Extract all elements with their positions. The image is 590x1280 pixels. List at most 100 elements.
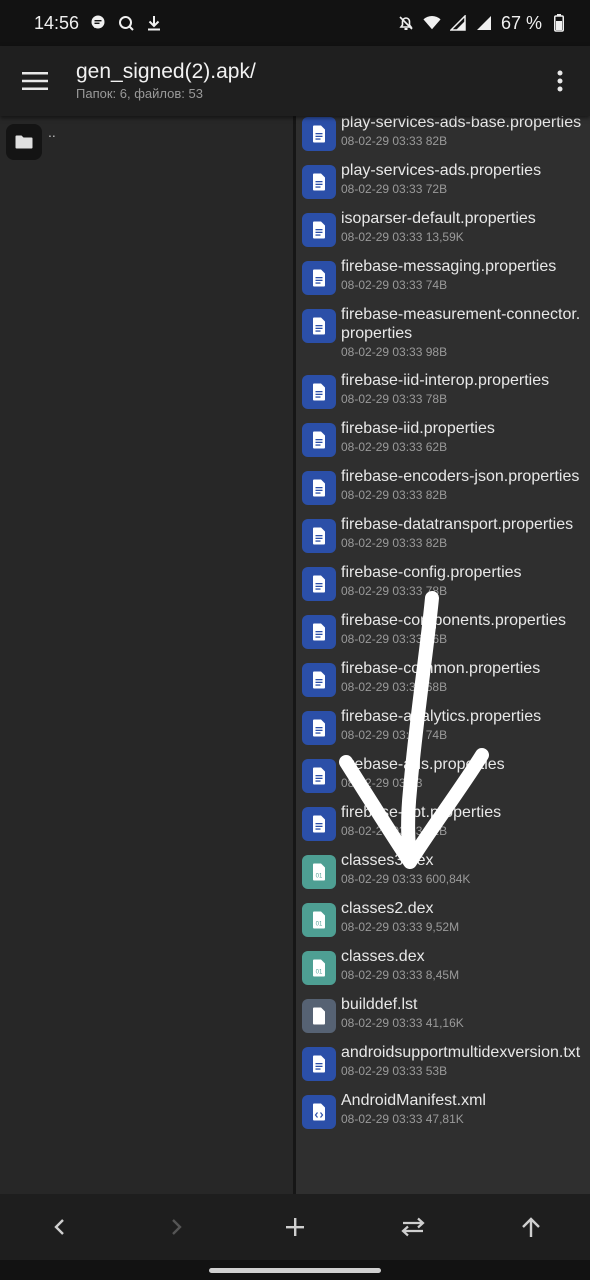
file-list-item[interactable]: builddef.lst 08-02-29 03:33 41,16K bbox=[296, 989, 590, 1037]
file-icon[interactable] bbox=[302, 999, 336, 1033]
svg-text:01: 01 bbox=[316, 922, 323, 928]
file-list-item[interactable]: firebase-common.properties 08-02-29 03:33… bbox=[296, 653, 590, 701]
file-list-item[interactable]: firebase-iid-interop.properties 08-02-29 … bbox=[296, 365, 590, 413]
file-name: firebase-ads.properties bbox=[341, 756, 505, 773]
file-list-item[interactable]: isoparser-default.properties 08-02-29 03:… bbox=[296, 203, 590, 251]
file-list-item[interactable]: androidsupportmultidexversion.txt 08-02-2… bbox=[296, 1037, 590, 1085]
file-list-item[interactable]: firebase-components.properties 08-02-29 0… bbox=[296, 605, 590, 653]
dex-file-icon[interactable]: 01 bbox=[302, 855, 336, 889]
file-name: play-services-ads-base.properties bbox=[341, 116, 582, 131]
file-text: androidsupportmultidexversion.txt 08-02-2… bbox=[341, 1043, 586, 1080]
file-meta: 08-02-29 03:33 62B bbox=[341, 824, 448, 838]
file-text: firebase-components.properties 08-02-29 0… bbox=[341, 611, 586, 648]
document-icon[interactable] bbox=[302, 423, 336, 457]
file-list-item[interactable]: 01 classes3.dex 08-02-29 03:33 600,84K bbox=[296, 845, 590, 893]
file-meta: 08-02-29 03:33 78B bbox=[341, 584, 448, 598]
file-text: firebase-ads.properties 08-02-29 03:33 bbox=[341, 755, 586, 792]
file-meta: 08-02-29 03:33 98B bbox=[341, 345, 448, 359]
document-icon[interactable] bbox=[302, 663, 336, 697]
dex-file-icon[interactable]: 01 bbox=[302, 951, 336, 985]
file-list-item[interactable]: firebase-abt.properties 08-02-29 03:33 62… bbox=[296, 797, 590, 845]
file-name: firebase-measurement-connector.propertie… bbox=[341, 306, 581, 342]
file-list-item[interactable]: firebase-messaging.properties 08-02-29 03… bbox=[296, 251, 590, 299]
swap-panes-icon[interactable] bbox=[383, 1197, 443, 1257]
search-app-icon bbox=[117, 14, 135, 32]
document-icon[interactable] bbox=[302, 309, 336, 343]
file-list-item[interactable]: play-services-ads-base.properties 08-02-2… bbox=[296, 116, 590, 155]
file-meta: 08-02-29 03:33 82B bbox=[341, 536, 448, 550]
file-name: firebase-iid-interop.properties bbox=[341, 372, 550, 389]
file-list-item[interactable]: play-services-ads.properties 08-02-29 03:… bbox=[296, 155, 590, 203]
file-name: isoparser-default.properties bbox=[341, 210, 536, 227]
hamburger-menu-icon[interactable] bbox=[0, 46, 70, 116]
file-meta: 08-02-29 03:33 68B bbox=[341, 680, 448, 694]
document-icon[interactable] bbox=[302, 759, 336, 793]
more-vertical-icon[interactable] bbox=[530, 46, 590, 116]
status-bar: 14:56 67 % bbox=[0, 0, 590, 46]
document-icon[interactable] bbox=[302, 519, 336, 553]
document-icon[interactable] bbox=[302, 711, 336, 745]
file-text: isoparser-default.properties 08-02-29 03:… bbox=[341, 209, 586, 246]
file-name: firebase-iid.properties bbox=[341, 420, 495, 437]
file-meta: 08-02-29 03:33 47,81K bbox=[341, 1112, 464, 1126]
file-list-item[interactable]: 01 classes.dex 08-02-29 03:33 8,45M bbox=[296, 941, 590, 989]
document-icon[interactable] bbox=[302, 213, 336, 247]
file-text: classes2.dex 08-02-29 03:33 9,52M bbox=[341, 899, 586, 936]
folder-file-count: Папок: 6, файлов: 53 bbox=[76, 86, 203, 101]
gesture-navigation-pill[interactable] bbox=[209, 1268, 381, 1273]
file-list-item[interactable]: firebase-ads.properties 08-02-29 03:33 bbox=[296, 749, 590, 797]
file-text: play-services-ads-base.properties 08-02-2… bbox=[341, 116, 586, 150]
file-name: firebase-messaging.properties bbox=[341, 258, 557, 275]
xml-file-icon[interactable] bbox=[302, 1095, 336, 1129]
document-icon[interactable] bbox=[302, 567, 336, 601]
wifi-icon bbox=[423, 14, 441, 32]
file-meta: 08-02-29 03:33 82B bbox=[341, 488, 448, 502]
document-icon[interactable] bbox=[302, 375, 336, 409]
right-pane[interactable]: play-services-ads-base.properties 08-02-2… bbox=[296, 116, 590, 1194]
file-name: classes.dex bbox=[341, 948, 425, 965]
back-icon[interactable] bbox=[29, 1197, 89, 1257]
file-name: firebase-common.properties bbox=[341, 660, 541, 677]
document-icon[interactable] bbox=[302, 1047, 336, 1081]
file-text: builddef.lst 08-02-29 03:33 41,16K bbox=[341, 995, 586, 1032]
file-name: firebase-encoders-json.properties bbox=[341, 468, 580, 485]
file-list-item[interactable]: firebase-measurement-connector.propertie… bbox=[296, 299, 590, 365]
document-icon[interactable] bbox=[302, 615, 336, 649]
signal-icon bbox=[475, 14, 493, 32]
file-list: play-services-ads-base.properties 08-02-2… bbox=[296, 116, 590, 1133]
file-list-item[interactable]: AndroidManifest.xml 08-02-29 03:33 47,81K bbox=[296, 1085, 590, 1133]
dex-file-icon[interactable]: 01 bbox=[302, 903, 336, 937]
file-list-item[interactable]: firebase-analytics.properties 08-02-29 03… bbox=[296, 701, 590, 749]
forward-icon[interactable] bbox=[147, 1197, 207, 1257]
battery-percent: 67 % bbox=[500, 12, 542, 33]
left-pane[interactable]: .. bbox=[0, 116, 293, 1194]
parent-directory-label: .. bbox=[48, 124, 56, 140]
gesture-area bbox=[0, 1260, 590, 1280]
document-icon[interactable] bbox=[302, 471, 336, 505]
add-icon[interactable] bbox=[265, 1197, 325, 1257]
status-time: 14:56 bbox=[34, 12, 80, 33]
file-text: firebase-measurement-connector.propertie… bbox=[341, 305, 586, 361]
document-icon[interactable] bbox=[302, 117, 336, 151]
file-text: firebase-config.properties 08-02-29 03:33… bbox=[341, 563, 586, 600]
file-list-item[interactable]: firebase-encoders-json.properties 08-02-2… bbox=[296, 461, 590, 509]
parent-directory-item[interactable]: .. bbox=[6, 124, 56, 160]
document-icon[interactable] bbox=[302, 807, 336, 841]
file-meta: 08-02-29 03:33 74B bbox=[341, 278, 448, 292]
file-list-item[interactable]: 01 classes2.dex 08-02-29 03:33 9,52M bbox=[296, 893, 590, 941]
path-title: gen_signed(2).apk/ bbox=[76, 60, 256, 83]
document-icon[interactable] bbox=[302, 165, 336, 199]
file-text: firebase-datatransport.properties 08-02-2… bbox=[341, 515, 586, 552]
file-list-item[interactable]: firebase-iid.properties 08-02-29 03:33 62… bbox=[296, 413, 590, 461]
folder-icon bbox=[6, 124, 42, 160]
file-name: classes2.dex bbox=[341, 900, 434, 917]
chat-bubble-icon bbox=[89, 14, 107, 32]
file-list-item[interactable]: firebase-config.properties 08-02-29 03:33… bbox=[296, 557, 590, 605]
file-meta: 08-02-29 03:33 53B bbox=[341, 1064, 448, 1078]
file-meta: 08-02-29 03:33 62B bbox=[341, 440, 448, 454]
file-meta: 08-02-29 03:33 9,52M bbox=[341, 920, 460, 934]
parent-folder-icon[interactable] bbox=[501, 1197, 561, 1257]
file-name: play-services-ads.properties bbox=[341, 162, 542, 179]
document-icon[interactable] bbox=[302, 261, 336, 295]
file-list-item[interactable]: firebase-datatransport.properties 08-02-2… bbox=[296, 509, 590, 557]
